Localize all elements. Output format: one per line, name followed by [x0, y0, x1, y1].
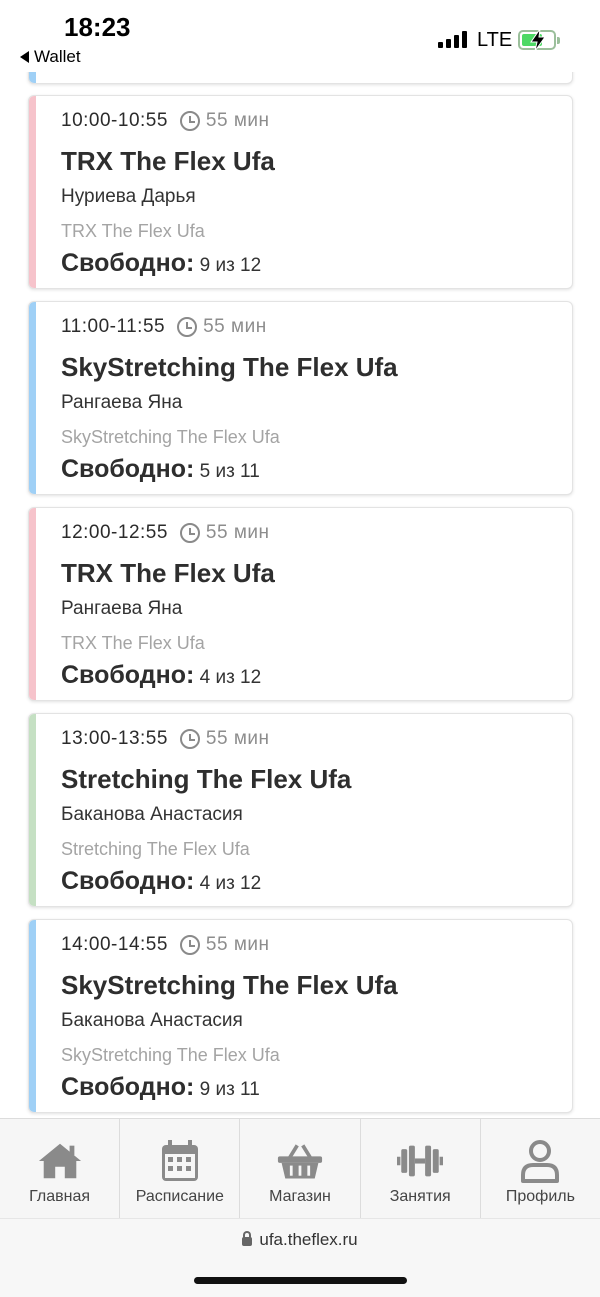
class-availability: Свободно: 4 из 12 — [61, 867, 261, 896]
availability-value: 9 из 11 — [199, 1079, 260, 1100]
tab-label: Профиль — [505, 1188, 575, 1205]
tab-profile[interactable]: Профиль — [481, 1119, 600, 1218]
back-to-app-link[interactable]: Wallet — [20, 47, 81, 67]
class-card[interactable]: 10:00-10:55 55 мин TRX The Flex Ufa Нури… — [28, 95, 573, 289]
card-accent — [29, 96, 36, 288]
class-trainer: Рангаева Яна — [61, 392, 183, 413]
bottom-tab-bar: Главная Расписание Магазин Занятия Профи… — [0, 1118, 600, 1218]
class-studio: SkyStretching The Flex Ufa — [61, 1045, 280, 1065]
card-accent — [29, 714, 36, 906]
class-time-row: 10:00-10:55 55 мин — [61, 110, 270, 132]
card-accent — [29, 508, 36, 700]
availability-value: 4 из 12 — [199, 873, 262, 894]
class-studio: SkyStretching The Flex Ufa — [61, 427, 280, 447]
network-type: LTE — [477, 29, 513, 51]
availability-label: Свободно: — [61, 1073, 195, 1101]
tab-label: Занятия — [389, 1188, 451, 1205]
class-title: TRX The Flex Ufa — [61, 146, 275, 176]
signal-icon — [438, 30, 467, 48]
class-time: 11:00-11:55 — [61, 316, 166, 337]
home-indicator[interactable] — [194, 1277, 407, 1284]
class-duration: 55 мин — [205, 934, 270, 955]
back-app-label: Wallet — [34, 47, 81, 66]
clock-icon — [179, 935, 200, 955]
url-text: ufa.theflex.ru — [259, 1230, 358, 1249]
tab-schedule[interactable]: Расписание — [120, 1119, 241, 1218]
clock-icon — [179, 111, 200, 131]
class-availability: Свободно: 4 из 12 — [61, 661, 261, 690]
availability-value: 5 из 11 — [199, 461, 260, 482]
url-field[interactable]: ufa.theflex.ru — [0, 1230, 600, 1250]
class-duration: 55 мин — [205, 110, 270, 131]
class-title: TRX The Flex Ufa — [61, 558, 275, 588]
class-trainer: Баканова Анастасия — [61, 1010, 243, 1031]
class-title: SkyStretching The Flex Ufa — [61, 970, 398, 1000]
class-time-row: 13:00-13:55 55 мин — [61, 728, 270, 750]
availability-value: 4 из 12 — [199, 667, 262, 688]
class-studio: Stretching The Flex Ufa — [61, 839, 250, 859]
class-time-row: 14:00-14:55 55 мин — [61, 934, 270, 956]
class-time: 13:00-13:55 — [61, 728, 168, 749]
browser-url-bar: ufa.theflex.ru — [0, 1218, 600, 1297]
class-duration: 55 мин — [203, 316, 267, 337]
class-time: 14:00-14:55 — [61, 934, 168, 955]
class-card[interactable]: 14:00-14:55 55 мин SkyStretching The Fle… — [28, 919, 573, 1113]
availability-label: Свободно: — [61, 867, 195, 895]
class-time: 12:00-12:55 — [61, 522, 168, 543]
dumbbell-icon — [397, 1139, 444, 1183]
basket-icon — [277, 1139, 323, 1183]
status-time: 18:23 — [64, 12, 131, 42]
class-card[interactable]: 12:00-12:55 55 мин TRX The Flex Ufa Ранг… — [28, 507, 573, 701]
class-card[interactable]: 11:00-11:55 55 мин SkyStretching The Fle… — [28, 301, 573, 495]
class-card[interactable]: 13:00-13:55 55 мин Stretching The Flex U… — [28, 713, 573, 907]
calendar-icon — [157, 1139, 203, 1183]
clock-icon — [179, 523, 200, 543]
class-title: SkyStretching The Flex Ufa — [61, 352, 398, 382]
class-duration: 55 мин — [205, 728, 270, 749]
class-duration: 55 мин — [205, 522, 270, 543]
availability-value: 9 из 12 — [199, 255, 262, 276]
home-icon — [37, 1139, 83, 1183]
card-accent — [29, 302, 36, 494]
class-trainer: Нуриева Дарья — [61, 186, 196, 207]
class-time-row: 12:00-12:55 55 мин — [61, 522, 270, 544]
tab-home[interactable]: Главная — [0, 1119, 121, 1218]
availability-label: Свободно: — [61, 455, 195, 483]
clock-icon — [177, 317, 198, 337]
back-triangle-icon — [20, 51, 29, 63]
class-availability: Свободно: 5 из 11 — [61, 455, 260, 484]
battery-icon — [518, 29, 560, 51]
card-accent — [29, 920, 36, 1112]
clock-icon — [179, 729, 200, 749]
lock-icon — [242, 1231, 253, 1246]
class-title: Stretching The Flex Ufa — [61, 764, 352, 794]
class-availability: Свободно: 9 из 12 — [61, 249, 261, 278]
class-studio: TRX The Flex Ufa — [61, 633, 205, 653]
class-availability: Свободно: 9 из 11 — [61, 1073, 260, 1102]
class-trainer: Рангаева Яна — [61, 598, 183, 619]
user-icon — [517, 1139, 563, 1183]
tab-label: Магазин — [269, 1188, 331, 1205]
tab-classes[interactable]: Занятия — [361, 1119, 481, 1218]
availability-label: Свободно: — [61, 249, 195, 277]
availability-label: Свободно: — [61, 661, 195, 689]
class-trainer: Баканова Анастасия — [61, 804, 243, 825]
tab-shop[interactable]: Магазин — [240, 1119, 361, 1218]
tab-label: Расписание — [135, 1188, 224, 1205]
tab-label: Главная — [29, 1188, 91, 1205]
class-time: 10:00-10:55 — [61, 110, 168, 131]
class-time-row: 11:00-11:55 55 мин — [61, 316, 267, 338]
status-bar: 18:23 Wallet LTE — [0, 0, 600, 72]
class-studio: TRX The Flex Ufa — [61, 221, 205, 241]
